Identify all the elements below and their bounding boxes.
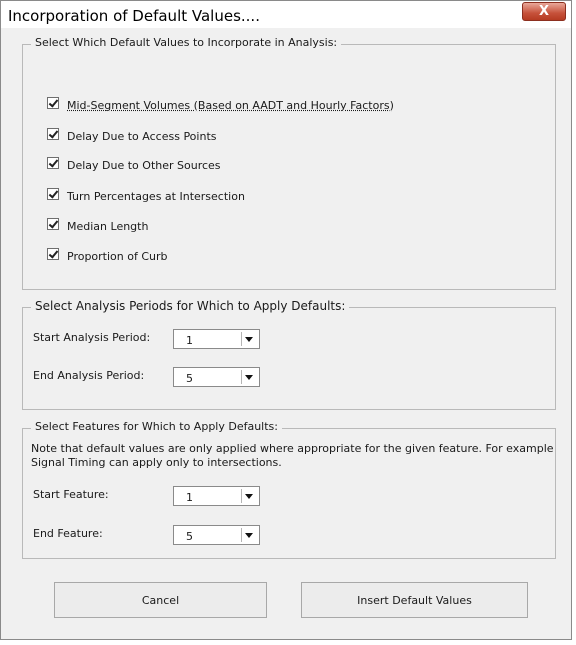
checkbox-label: Median Length xyxy=(67,220,149,233)
start-period-value: 1 xyxy=(186,334,193,347)
defaults-group-legend: Select Which Default Values to Incorpora… xyxy=(31,36,342,49)
start-period-label: Start Analysis Period: xyxy=(33,331,151,344)
chevron-down-icon[interactable] xyxy=(241,528,256,542)
start-feature-label: Start Feature: xyxy=(33,488,109,501)
checkbox-box[interactable] xyxy=(47,97,59,109)
chevron-down-icon[interactable] xyxy=(241,489,256,503)
window-title: Incorporation of Default Values.... xyxy=(8,7,260,25)
end-period-label: End Analysis Period: xyxy=(33,369,145,382)
cancel-button[interactable]: Cancel xyxy=(54,582,267,618)
checkbox-box[interactable] xyxy=(47,248,59,260)
checkbox-box[interactable] xyxy=(47,188,59,200)
checkbox-box[interactable] xyxy=(47,218,59,230)
features-group-legend: Select Features for Which to Apply Defau… xyxy=(31,420,282,433)
end-feature-label: End Feature: xyxy=(33,527,103,540)
checkbox-label: Delay Due to Other Sources xyxy=(67,159,221,172)
chevron-down-icon[interactable] xyxy=(241,370,256,384)
checkbox-label: Turn Percentages at Intersection xyxy=(67,190,245,203)
end-period-value: 5 xyxy=(186,372,193,385)
periods-group-legend: Select Analysis Periods for Which to App… xyxy=(31,299,350,313)
periods-group: Select Analysis Periods for Which to App… xyxy=(22,299,556,410)
end-feature-value: 5 xyxy=(186,530,193,543)
checkbox-label: Delay Due to Access Points xyxy=(67,130,217,143)
checkbox-label: Proportion of Curb xyxy=(67,250,168,263)
start-feature-select[interactable]: 1 xyxy=(173,486,260,506)
checkbox-box[interactable] xyxy=(47,128,59,140)
dialog-window: Incorporation of Default Values.... X Se… xyxy=(0,0,572,640)
chevron-down-icon[interactable] xyxy=(241,332,256,346)
features-group: Select Features for Which to Apply Defau… xyxy=(22,420,556,559)
title-bar: Incorporation of Default Values.... X xyxy=(1,1,571,28)
checkbox-box[interactable] xyxy=(47,157,59,169)
close-button[interactable]: X xyxy=(522,2,566,21)
start-feature-value: 1 xyxy=(186,491,193,504)
insert-default-values-button[interactable]: Insert Default Values xyxy=(301,582,528,618)
end-period-select[interactable]: 5 xyxy=(173,367,260,387)
end-feature-select[interactable]: 5 xyxy=(173,525,260,545)
features-note: Note that default values are only applie… xyxy=(31,442,554,469)
checkbox-label: Mid-Segment Volumes (Based on AADT and H… xyxy=(67,99,394,112)
defaults-group: Select Which Default Values to Incorpora… xyxy=(22,36,556,290)
start-period-select[interactable]: 1 xyxy=(173,329,260,349)
